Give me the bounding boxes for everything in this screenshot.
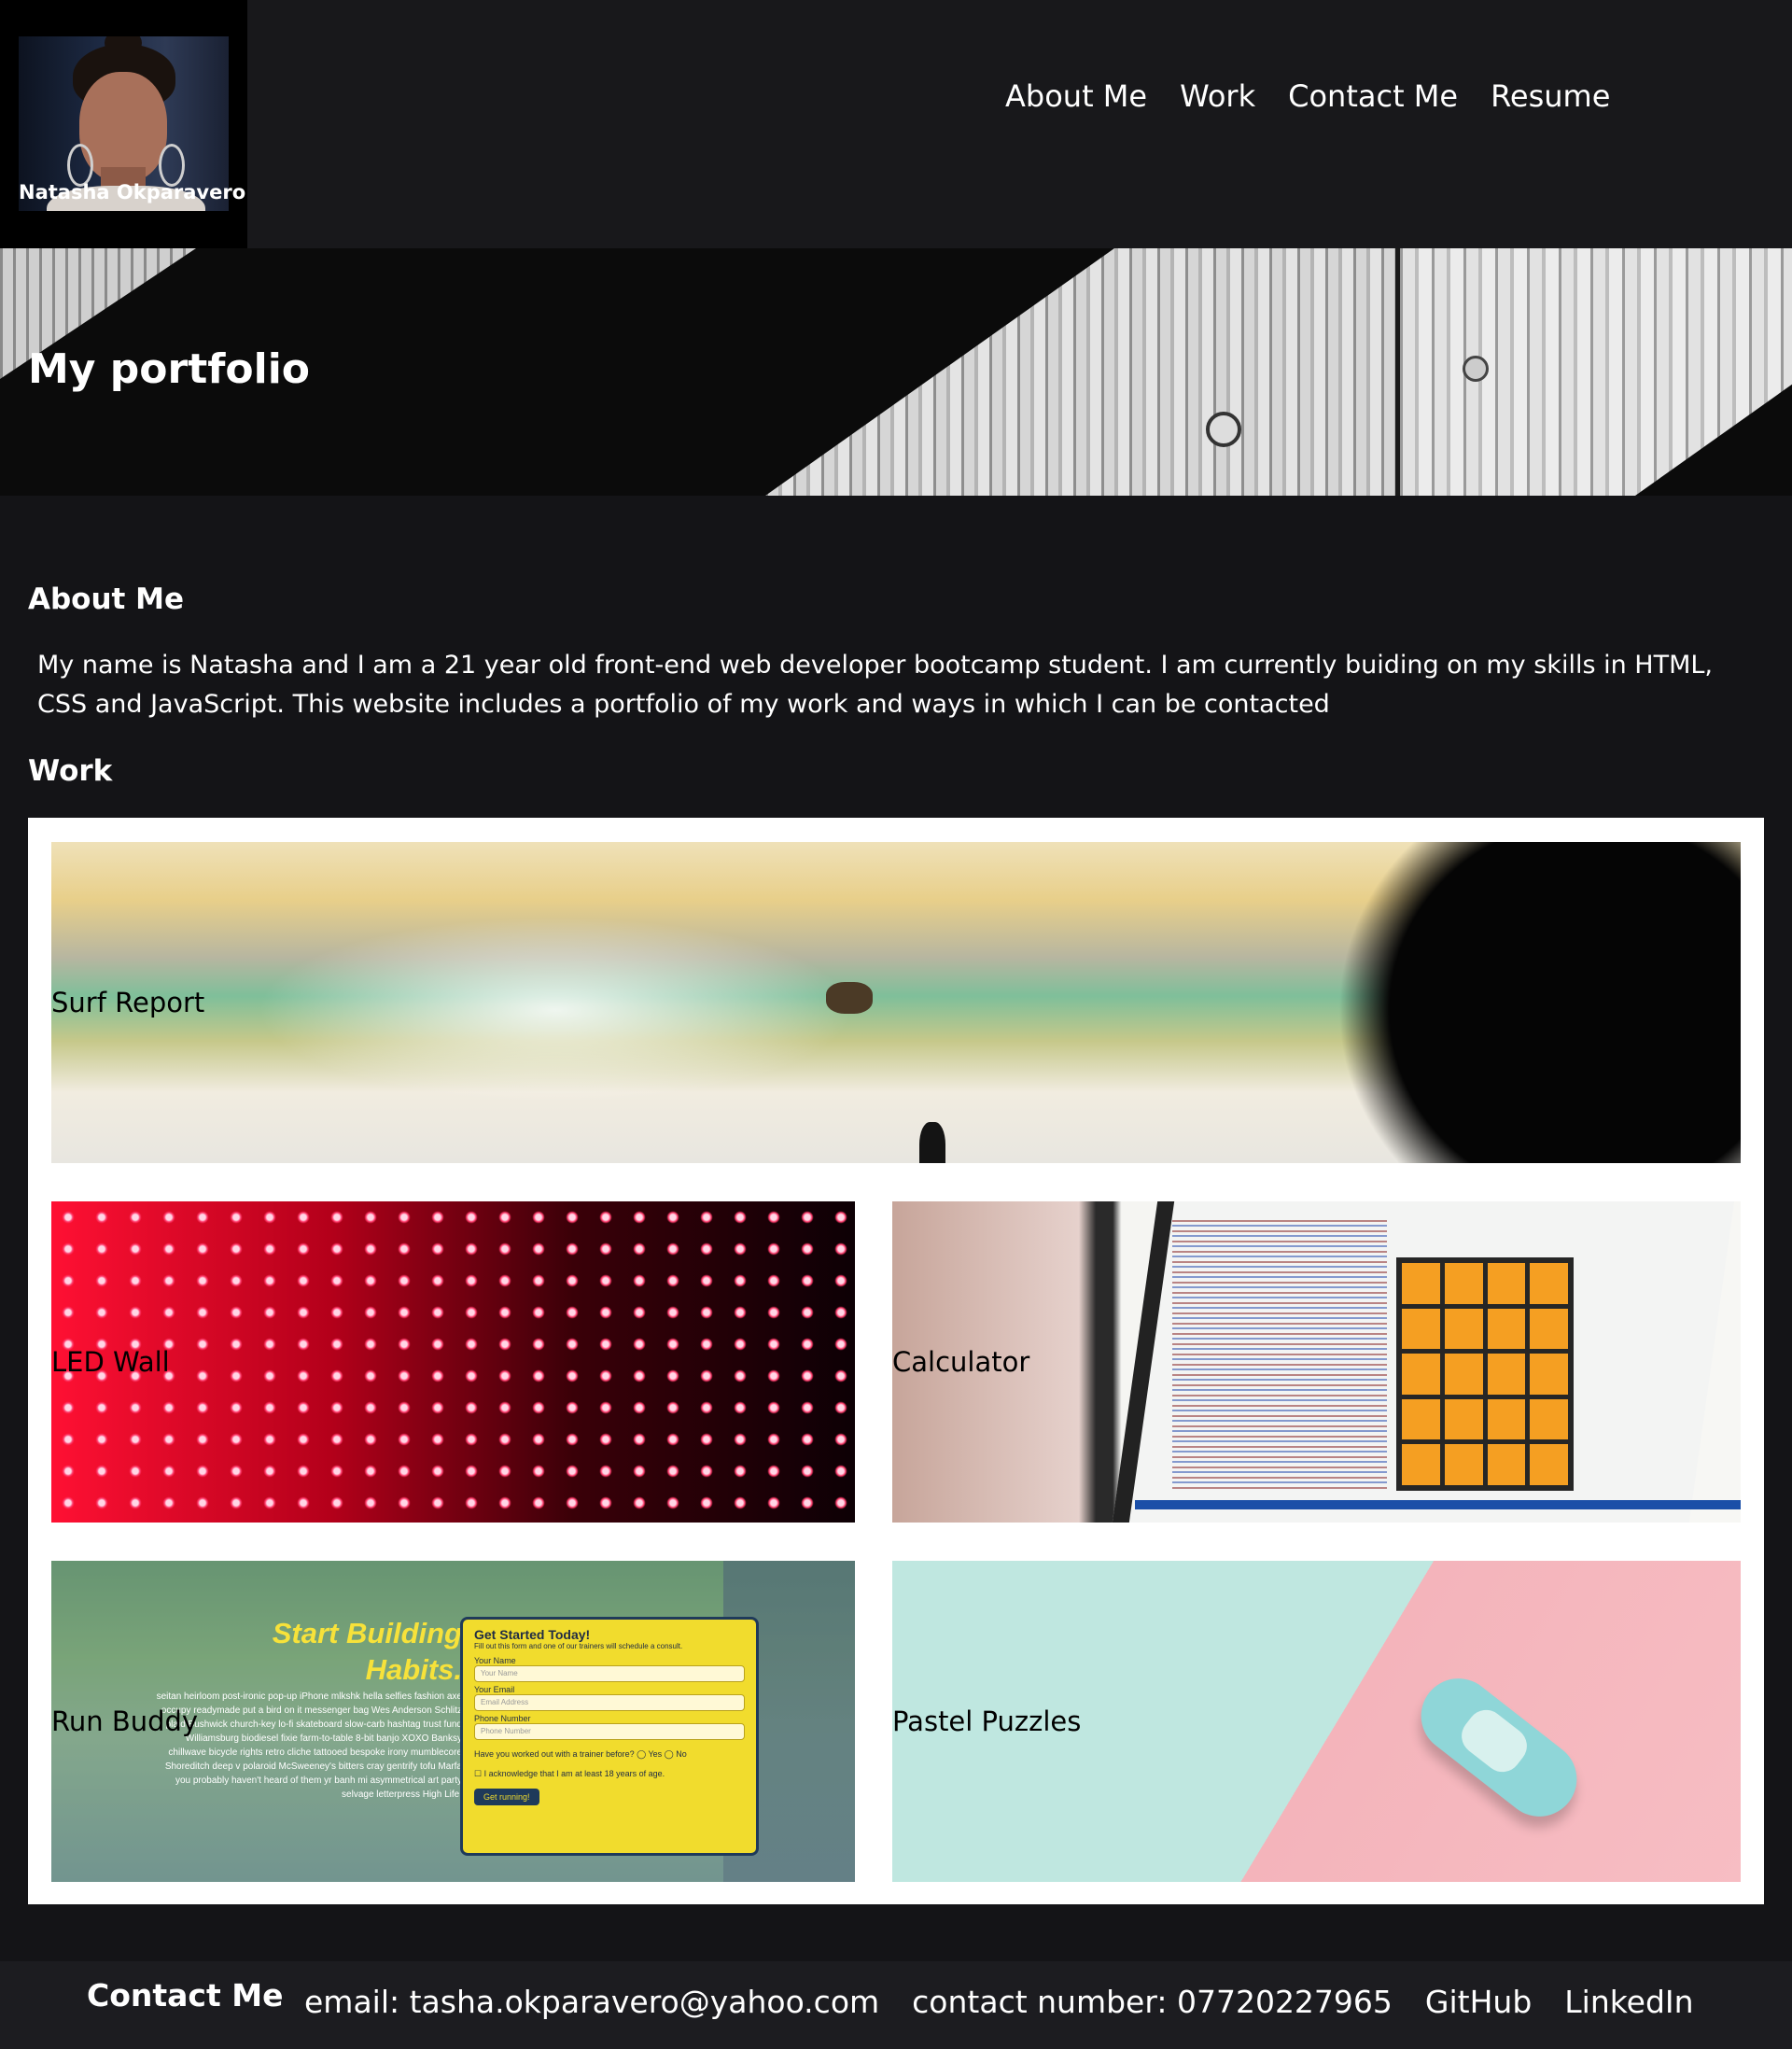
email-field-preview: Email Address [474, 1694, 745, 1711]
nav-about-me[interactable]: About Me [1005, 78, 1147, 114]
project-title: Pastel Puzzles [892, 1705, 1082, 1737]
run-buddy-headline: Start Building Habits. [272, 1617, 462, 1686]
about-heading: About Me [28, 582, 185, 616]
phone-number: contact number: 07720227965 [912, 1984, 1393, 2020]
run-buddy-form-preview: Get Started Today! Fill out this form an… [460, 1617, 759, 1856]
project-card-surf-report[interactable]: Surf Report [51, 842, 1741, 1163]
project-title: Surf Report [51, 987, 205, 1018]
hero-title: My portfolio [28, 345, 311, 393]
email-label: Your Email [474, 1685, 515, 1694]
github-link[interactable]: GitHub [1425, 1984, 1532, 2020]
profile-name: Natasha Okparavero [19, 181, 246, 203]
form-title: Get Started Today! [474, 1627, 591, 1642]
nav-work[interactable]: Work [1180, 78, 1255, 114]
linkedin-link[interactable]: LinkedIn [1564, 1984, 1693, 2020]
nav-contact-me[interactable]: Contact Me [1288, 78, 1458, 114]
project-title: Run Buddy [51, 1705, 199, 1737]
email-link[interactable]: email: tasha.okparavero@yahoo.com [304, 1984, 879, 2020]
hero-banner: My portfolio [0, 248, 1792, 496]
age-acknowledgement: ☐ I acknowledge that I am at least 18 ye… [474, 1769, 665, 1778]
site-header: Natasha Okparavero About Me Work Contact… [0, 0, 1792, 248]
contact-footer: Contact Me email: tasha.okparavero@yahoo… [0, 1961, 1792, 2049]
project-card-led-wall[interactable]: LED Wall [51, 1201, 855, 1523]
footer-contact-links: email: tasha.okparavero@yahoo.com contac… [304, 1984, 1694, 2020]
trainer-question: Have you worked out with a trainer befor… [474, 1749, 687, 1759]
form-subtitle: Fill out this form and one of our traine… [474, 1642, 683, 1650]
phone-field-preview: Phone Number [474, 1723, 745, 1740]
project-title: Calculator [892, 1346, 1030, 1378]
name-field-preview: Your Name [474, 1665, 745, 1682]
main-nav: About Me Work Contact Me Resume [1005, 78, 1610, 114]
about-text: My name is Natasha and I am a 21 year ol… [37, 651, 1714, 719]
footer-title: Contact Me [87, 1977, 284, 2014]
phone-label: Phone Number [474, 1714, 531, 1723]
run-buddy-blurb: seitan heirloom post-ironic pop-up iPhon… [156, 1691, 462, 1800]
get-running-button-preview: Get running! [474, 1789, 539, 1805]
project-card-calculator[interactable]: Calculator [892, 1201, 1741, 1523]
nav-resume[interactable]: Resume [1491, 78, 1610, 114]
project-card-run-buddy[interactable]: Start Building Habits. seitan heirloom p… [51, 1561, 855, 1882]
project-title: LED Wall [51, 1346, 170, 1378]
project-card-pastel-puzzles[interactable]: Pastel Puzzles [892, 1561, 1741, 1882]
work-heading: Work [28, 754, 113, 788]
name-label: Your Name [474, 1656, 516, 1665]
profile-logo: Natasha Okparavero [0, 0, 247, 248]
